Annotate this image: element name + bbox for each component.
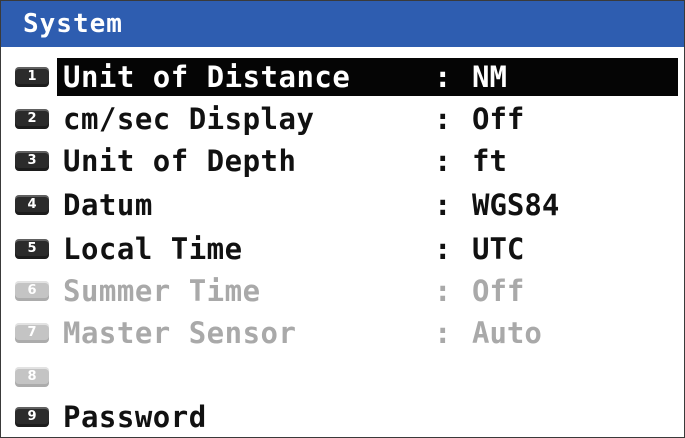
menu-item-label: Master Sensor: [63, 316, 297, 350]
menu-item-separator: :: [434, 232, 452, 266]
key-7-icon: 7: [15, 323, 49, 343]
menu-item-label: cm/sec Display: [63, 102, 315, 136]
menu-item-separator: :: [434, 274, 452, 308]
menu-item-value: ft: [472, 144, 507, 178]
menu-item-value: UTC: [472, 232, 525, 266]
key-1-icon: 1: [15, 67, 49, 87]
menu-item-label: Datum: [63, 188, 153, 222]
key-4-icon: 4: [15, 195, 49, 215]
menu-item-separator: :: [434, 316, 452, 350]
menu-item-value: Auto: [472, 316, 542, 350]
key-9-icon: 9: [15, 407, 49, 427]
menu-item-separator: :: [434, 60, 452, 94]
menu-item-unit-of-distance[interactable]: 1 Unit of Distance : NM: [1, 57, 684, 97]
menu-item-value: Off: [472, 274, 525, 308]
key-2-icon: 2: [15, 109, 49, 129]
menu-item-unit-of-depth[interactable]: 3 Unit of Depth : ft: [1, 141, 684, 181]
menu-item-datum[interactable]: 4 Datum : WGS84: [1, 185, 684, 225]
menu-item-value: NM: [472, 60, 507, 94]
menu-item-local-time[interactable]: 5 Local Time : UTC: [1, 229, 684, 269]
key-3-icon: 3: [15, 151, 49, 171]
key-5-icon: 5: [15, 239, 49, 259]
menu-item-separator: :: [434, 188, 452, 222]
menu-item-summer-time: 6 Summer Time : Off: [1, 271, 684, 311]
menu-item-master-sensor: 7 Master Sensor : Auto: [1, 313, 684, 353]
menu-item-cm-sec-display[interactable]: 2 cm/sec Display : Off: [1, 99, 684, 139]
menu-item-label: Local Time: [63, 232, 243, 266]
menu-item-8-empty: 8: [1, 357, 684, 397]
menu-item-separator: :: [434, 144, 452, 178]
menu-item-label: Unit of Depth: [63, 144, 297, 178]
menu-title: System: [1, 1, 684, 47]
key-8-icon: 8: [15, 367, 49, 387]
menu-item-label: Summer Time: [63, 274, 261, 308]
menu-item-label: Unit of Distance: [63, 60, 351, 94]
menu-item-value: WGS84: [472, 188, 560, 222]
menu-item-separator: :: [434, 102, 452, 136]
menu-item-label: Password: [63, 400, 207, 434]
menu-item-password[interactable]: 9 Password: [1, 397, 684, 437]
key-6-icon: 6: [15, 281, 49, 301]
menu-item-value: Off: [472, 102, 525, 136]
system-menu-screen: System 1 Unit of Distance : NM 2 cm/sec …: [0, 0, 685, 438]
